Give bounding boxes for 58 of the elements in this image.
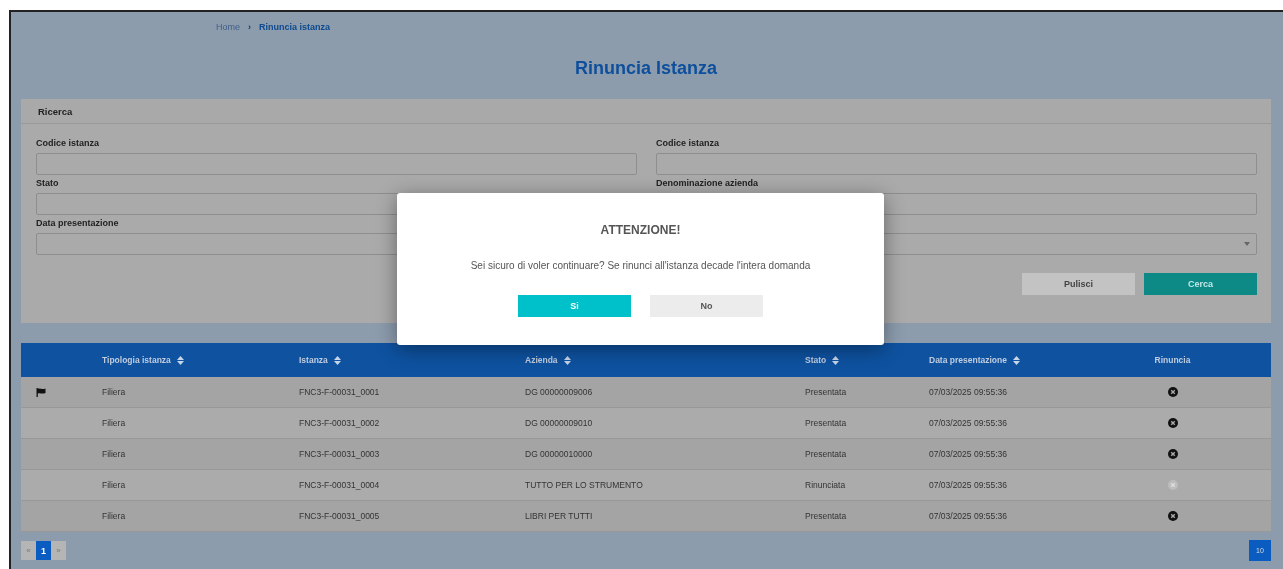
table-cell: FNC3-F-00031_0002 bbox=[299, 418, 380, 428]
table-cell: 07/03/2025 09:55:36 bbox=[929, 449, 1007, 459]
panel-title: Ricerca bbox=[38, 105, 73, 117]
dialog-button[interactable]: No bbox=[650, 295, 763, 317]
remove-icon[interactable] bbox=[1167, 449, 1178, 459]
column-header[interactable]: Stato bbox=[805, 355, 827, 365]
field-label: Stato bbox=[36, 178, 60, 189]
caret-icon bbox=[1244, 242, 1250, 246]
search-button[interactable]: Pulisci bbox=[1022, 273, 1135, 295]
table-cell: 07/03/2025 09:55:36 bbox=[929, 418, 1007, 428]
table-cell: LIBRI PER TUTTI bbox=[525, 511, 593, 521]
table-cell: Presentata bbox=[805, 418, 847, 428]
table-cell: DG 00000010000 bbox=[525, 449, 593, 459]
table-cell: Presentata bbox=[805, 449, 847, 459]
input-field[interactable] bbox=[36, 153, 637, 175]
sort-icon[interactable] bbox=[1012, 355, 1020, 365]
table-cell: Filiera bbox=[102, 449, 126, 459]
page-title: Rinuncia Istanza bbox=[574, 58, 718, 80]
chevron-icon: › bbox=[248, 22, 251, 32]
dialog-message: Sei sicuro di voler continuare? Se rinunci all'istanza decade l'intera domanda bbox=[470, 260, 811, 271]
column-header[interactable]: Data presentazione bbox=[929, 355, 1007, 365]
dialog-title: ATTENZIONE! bbox=[600, 223, 681, 237]
table-cell: Filiera bbox=[102, 480, 126, 490]
field-label: Codice istanza bbox=[36, 138, 101, 149]
field-label: Codice istanza bbox=[656, 138, 721, 149]
sort-icon[interactable] bbox=[333, 355, 341, 365]
table-cell: 07/03/2025 09:55:36 bbox=[929, 480, 1007, 490]
table-cell: TUTTO PER LO STRUMENTO bbox=[525, 480, 643, 490]
table-cell: FNC3-F-00031_0005 bbox=[299, 511, 380, 521]
search-button[interactable]: Cerca bbox=[1144, 273, 1257, 295]
field-label: Data presentazione bbox=[36, 218, 120, 229]
table-cell: FNC3-F-00031_0004 bbox=[299, 480, 380, 490]
table-cell: Filiera bbox=[102, 418, 126, 428]
remove-icon[interactable] bbox=[1167, 418, 1178, 428]
remove-icon[interactable] bbox=[1167, 511, 1178, 521]
table-cell: 07/03/2025 09:55:36 bbox=[929, 511, 1007, 521]
table-cell: Presentata bbox=[805, 387, 847, 397]
table-cell: DG 00000009006 bbox=[525, 387, 593, 397]
column-header[interactable]: Rinuncia bbox=[1154, 355, 1191, 365]
field-label: Denominazione azienda bbox=[656, 178, 760, 189]
breadcrumb-link[interactable]: Rinuncia istanza bbox=[259, 22, 331, 32]
sort-icon[interactable] bbox=[832, 355, 840, 365]
table-cell: Filiera bbox=[102, 387, 126, 397]
page-link[interactable]: 1 bbox=[36, 541, 51, 560]
table-cell: Rinunciata bbox=[805, 480, 846, 490]
table-cell: FNC3-F-00031_0001 bbox=[299, 387, 380, 397]
table-cell: 07/03/2025 09:55:36 bbox=[929, 387, 1007, 397]
column-header[interactable]: Azienda bbox=[525, 355, 558, 365]
remove-icon[interactable] bbox=[1167, 387, 1178, 397]
input-field[interactable] bbox=[656, 153, 1257, 175]
table-cell: Filiera bbox=[102, 511, 126, 521]
table-cell: DG 00000009010 bbox=[525, 418, 593, 428]
sort-icon[interactable] bbox=[176, 355, 184, 365]
sort-icon[interactable] bbox=[563, 355, 571, 365]
table-cell: Presentata bbox=[805, 511, 847, 521]
column-header[interactable]: Tipologia istanza bbox=[102, 355, 171, 365]
table-cell: FNC3-F-00031_0003 bbox=[299, 449, 380, 459]
column-header[interactable]: Istanza bbox=[299, 355, 328, 365]
